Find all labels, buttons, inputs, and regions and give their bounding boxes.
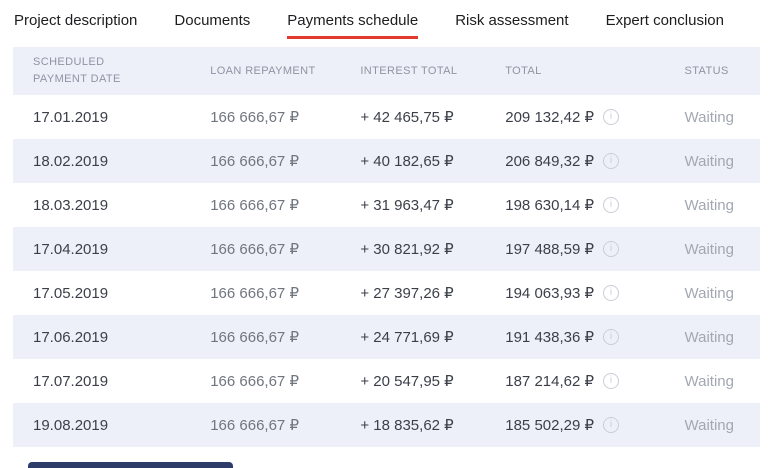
interest-total-cell: + 31 963,47 ₽ <box>360 197 454 214</box>
info-icon[interactable]: i <box>603 153 620 169</box>
loan-repayment-cell: 166 666,67 ₽ <box>210 329 299 346</box>
column-header-interest-total: Interest total <box>360 65 458 77</box>
tab-documents[interactable]: Documents <box>174 12 250 39</box>
total-cell: 185 502,29 ₽ i <box>505 416 684 434</box>
total-cell: 206 849,32 ₽ i <box>505 152 684 170</box>
total-cell: 191 438,36 ₽ i <box>505 328 684 346</box>
scheduled-payment-date-cell: 18.03.2019 <box>33 196 109 214</box>
scheduled-payment-date-cell: 18.02.2019 <box>33 152 109 170</box>
loan-repayment-cell: 166 666,67 ₽ <box>210 153 299 170</box>
status-badge: Waiting <box>684 284 734 302</box>
tab-payments-schedule[interactable]: Payments schedule <box>287 12 419 39</box>
interest-total-cell: + 27 397,26 ₽ <box>360 285 454 302</box>
interest-total-cell: + 18 835,62 ₽ <box>360 417 454 434</box>
info-icon[interactable]: i <box>603 373 620 389</box>
info-icon[interactable]: i <box>603 285 620 301</box>
interest-total-cell: + 24 771,69 ₽ <box>360 329 454 346</box>
status-badge: Waiting <box>684 240 734 258</box>
interest-total-cell: + 30 821,92 ₽ <box>360 241 454 258</box>
loan-repayment-cell: 166 666,67 ₽ <box>210 285 299 302</box>
payments-schedule-table: Scheduled payment date Loan repayment In… <box>13 47 760 447</box>
info-icon[interactable]: i <box>603 197 620 213</box>
tab-expert-conclusion[interactable]: Expert conclusion <box>606 12 724 39</box>
scheduled-payment-date-cell: 17.04.2019 <box>33 240 109 258</box>
scheduled-payment-date-cell: 17.01.2019 <box>33 108 109 126</box>
status-badge: Waiting <box>684 196 734 214</box>
status-badge: Waiting <box>684 328 734 346</box>
total-value: 198 630,14 ₽ <box>505 197 595 214</box>
status-badge: Waiting <box>684 152 734 170</box>
scheduled-payment-date-cell: 17.05.2019 <box>33 284 109 302</box>
info-icon[interactable]: i <box>603 109 620 125</box>
total-cell: 209 132,42 ₽ i <box>505 108 684 126</box>
total-value: 187 214,62 ₽ <box>505 373 595 390</box>
total-value: 191 438,36 ₽ <box>505 329 595 346</box>
total-value: 197 488,59 ₽ <box>505 241 595 258</box>
table-body: 17.01.2019 166 666,67 ₽ + 42 465,75 ₽ 20… <box>13 95 760 447</box>
interest-total-cell: + 40 182,65 ₽ <box>360 153 454 170</box>
info-icon[interactable]: i <box>603 329 620 345</box>
table-row: 17.06.2019 166 666,67 ₽ + 24 771,69 ₽ 19… <box>13 315 760 359</box>
total-cell: 187 214,62 ₽ i <box>505 372 684 390</box>
info-icon[interactable]: i <box>603 241 620 257</box>
tab-bar: Project description Documents Payments s… <box>0 0 773 39</box>
table-row: 17.01.2019 166 666,67 ₽ + 42 465,75 ₽ 20… <box>13 95 760 139</box>
interest-total-cell: + 20 547,95 ₽ <box>360 373 454 390</box>
table-row: 17.05.2019 166 666,67 ₽ + 27 397,26 ₽ 19… <box>13 271 760 315</box>
total-value: 209 132,42 ₽ <box>505 109 595 126</box>
table-row: 18.03.2019 166 666,67 ₽ + 31 963,47 ₽ 19… <box>13 183 760 227</box>
total-cell: 198 630,14 ₽ i <box>505 196 684 214</box>
table-row: 17.04.2019 166 666,67 ₽ + 30 821,92 ₽ 19… <box>13 227 760 271</box>
total-value: 194 063,93 ₽ <box>505 285 595 302</box>
column-header-status: Status <box>684 65 729 77</box>
interest-total-cell: + 42 465,75 ₽ <box>360 109 454 126</box>
total-value: 185 502,29 ₽ <box>505 417 595 434</box>
table-header-row: Scheduled payment date Loan repayment In… <box>13 47 760 95</box>
scheduled-payment-date-cell: 17.07.2019 <box>33 372 109 390</box>
total-cell: 194 063,93 ₽ i <box>505 284 684 302</box>
tab-risk-assessment[interactable]: Risk assessment <box>455 12 568 39</box>
loan-repayment-cell: 166 666,67 ₽ <box>210 241 299 258</box>
info-icon[interactable]: i <box>603 417 620 433</box>
table-row: 19.08.2019 166 666,67 ₽ + 18 835,62 ₽ 18… <box>13 403 760 447</box>
tab-project-description[interactable]: Project description <box>14 12 137 39</box>
status-badge: Waiting <box>684 372 734 390</box>
loan-repayment-cell: 166 666,67 ₽ <box>210 197 299 214</box>
status-badge: Waiting <box>684 108 734 126</box>
column-header-loan-repayment: Loan repayment <box>210 65 316 77</box>
bottom-button-partial[interactable] <box>28 462 233 468</box>
total-value: 206 849,32 ₽ <box>505 153 595 170</box>
scheduled-payment-date-cell: 19.08.2019 <box>33 416 109 434</box>
column-header-total: Total <box>505 65 542 77</box>
table-row: 17.07.2019 166 666,67 ₽ + 20 547,95 ₽ 18… <box>13 359 760 403</box>
column-header-scheduled-payment-date: Scheduled payment date <box>33 55 121 85</box>
status-badge: Waiting <box>684 416 734 434</box>
table-row: 18.02.2019 166 666,67 ₽ + 40 182,65 ₽ 20… <box>13 139 760 183</box>
total-cell: 197 488,59 ₽ i <box>505 240 684 258</box>
loan-repayment-cell: 166 666,67 ₽ <box>210 417 299 434</box>
scheduled-payment-date-cell: 17.06.2019 <box>33 328 109 346</box>
loan-repayment-cell: 166 666,67 ₽ <box>210 373 299 390</box>
loan-repayment-cell: 166 666,67 ₽ <box>210 109 299 126</box>
